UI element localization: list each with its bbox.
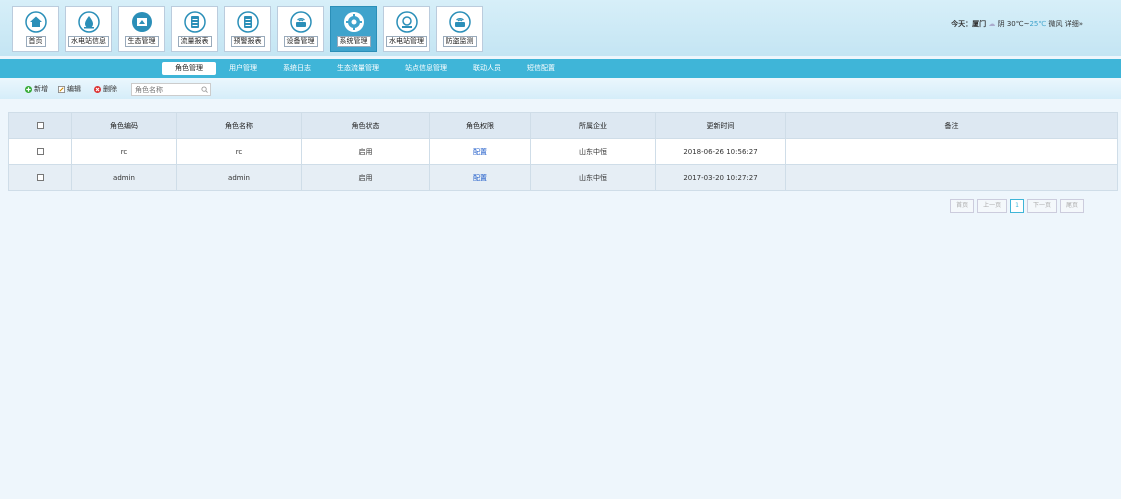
subnav-site-info[interactable]: 站点信息管理 <box>392 62 460 75</box>
main-nav: 首页 水电站信息 生态管理 流量报表 预警报表 设备管理 系统管理 水电站管理 <box>12 6 483 52</box>
configure-permission-link[interactable]: 配置 <box>473 148 487 156</box>
cell-note <box>785 138 1118 165</box>
report-icon <box>183 11 206 33</box>
first-page-button[interactable]: 首页 <box>950 199 975 213</box>
nav-tile-home[interactable]: 首页 <box>12 6 59 52</box>
header-role-code: 角色编码 <box>71 112 177 139</box>
last-page-button[interactable]: 尾页 <box>1059 199 1084 213</box>
nav-tile-label: 防盗监测 <box>442 36 477 47</box>
table-row[interactable]: rc rc 启用 配置 山东中恒 2018-06-26 10:56:27 <box>8 138 1118 165</box>
cell-role-status: 启用 <box>301 164 430 191</box>
cell-role-status: 启用 <box>301 138 430 165</box>
weather-city: 厦门 <box>972 20 987 28</box>
header-note: 备注 <box>785 112 1118 139</box>
role-name-search-input[interactable] <box>131 83 211 96</box>
monitor-icon <box>448 11 471 33</box>
subnav-sms-config[interactable]: 短信配置 <box>514 62 568 75</box>
nav-tile-ecology[interactable]: 生态管理 <box>118 6 165 52</box>
current-page-button[interactable]: 1 <box>1010 199 1024 213</box>
nav-tile-system[interactable]: 系统管理 <box>330 6 377 52</box>
gear-icon <box>343 12 364 32</box>
cell-updated-time: 2017-03-20 10:27:27 <box>655 164 786 191</box>
nav-tile-hydro-info[interactable]: 水电站信息 <box>65 6 112 52</box>
subnav-linkage-staff[interactable]: 联动人员 <box>460 62 514 75</box>
configure-permission-link[interactable]: 配置 <box>473 174 487 182</box>
nav-tile-flow-report[interactable]: 流量报表 <box>171 6 218 52</box>
nav-tile-label: 生态管理 <box>124 36 159 47</box>
top-header: 首页 水电站信息 生态管理 流量报表 预警报表 设备管理 系统管理 水电站管理 <box>0 0 1121 56</box>
cell-role-code: rc <box>71 138 177 165</box>
cell-role-permission: 配置 <box>429 138 531 165</box>
subnav-user-manage[interactable]: 用户管理 <box>216 62 270 75</box>
nav-tile-warning-report[interactable]: 预警报表 <box>224 6 271 52</box>
weather-temp-hi: 25℃ <box>1029 20 1047 28</box>
warning-report-icon <box>236 11 259 33</box>
subnav-role-manage[interactable]: 角色管理 <box>162 62 216 75</box>
ecology-icon <box>131 12 152 32</box>
nav-tile-label: 水电站管理 <box>386 36 427 47</box>
weather-details-link[interactable]: 详细» <box>1065 20 1083 28</box>
weather-wind: 微风 <box>1048 20 1063 28</box>
sub-nav: 角色管理 用户管理 系统日志 生态流量管理 站点信息管理 联动人员 短信配置 <box>0 59 1121 78</box>
weather-prefix: 今天： <box>951 20 973 28</box>
cell-company: 山东中恒 <box>530 164 656 191</box>
table-header-row: 角色编码 角色名称 角色状态 角色权限 所属企业 更新时间 备注 <box>8 112 1118 139</box>
row-checkbox[interactable] <box>36 174 44 181</box>
select-all-checkbox[interactable] <box>36 122 44 129</box>
header-role-name: 角色名称 <box>176 112 302 139</box>
pagination: 首页 上一页 1 下一页 尾页 <box>950 199 1084 213</box>
cell-note <box>785 164 1118 191</box>
nav-tile-label: 水电站信息 <box>68 36 109 47</box>
header-role-status: 角色状态 <box>301 112 430 139</box>
nav-tile-label: 系统管理 <box>336 36 371 47</box>
row-select-cell <box>8 138 72 165</box>
nav-tile-device[interactable]: 设备管理 <box>277 6 324 52</box>
subnav-system-log[interactable]: 系统日志 <box>270 62 324 75</box>
cell-company: 山东中恒 <box>530 138 656 165</box>
add-button[interactable]: 新增 <box>25 84 48 95</box>
header-role-permission: 角色权限 <box>429 112 531 139</box>
edit-button[interactable]: 编辑 <box>58 84 81 95</box>
cell-role-name: rc <box>176 138 302 165</box>
header-company: 所属企业 <box>530 112 656 139</box>
plus-icon <box>25 86 32 93</box>
edit-label: 编辑 <box>67 85 81 93</box>
nav-tile-label: 流量报表 <box>177 36 212 47</box>
row-checkbox[interactable] <box>36 148 44 155</box>
search-icon[interactable] <box>201 86 208 93</box>
nav-tile-label: 预警报表 <box>230 36 265 47</box>
hydro-station-icon <box>77 11 100 33</box>
cloud-icon: ☁ <box>988 20 996 28</box>
nav-tile-label: 设备管理 <box>283 36 318 47</box>
cell-role-name: admin <box>176 164 302 191</box>
header-updated-time: 更新时间 <box>655 112 786 139</box>
weather-desc: 阴 30℃~ <box>997 20 1030 28</box>
cell-role-code: admin <box>71 164 177 191</box>
row-select-cell <box>8 164 72 191</box>
home-icon <box>24 11 47 33</box>
cell-updated-time: 2018-06-26 10:56:27 <box>655 138 786 165</box>
role-table: 角色编码 角色名称 角色状态 角色权限 所属企业 更新时间 备注 rc rc 启… <box>8 112 1118 191</box>
prev-page-button[interactable]: 上一页 <box>977 199 1008 213</box>
nav-tile-monitor[interactable]: 防盗监测 <box>436 6 483 52</box>
delete-label: 删除 <box>103 85 117 93</box>
device-icon <box>289 11 312 33</box>
nav-tile-label: 首页 <box>25 36 46 47</box>
station-manage-icon <box>395 11 418 33</box>
cell-role-permission: 配置 <box>429 164 531 191</box>
delete-button[interactable]: 删除 <box>94 84 117 95</box>
subnav-eco-flow[interactable]: 生态流量管理 <box>324 62 392 75</box>
next-page-button[interactable]: 下一页 <box>1026 199 1057 213</box>
select-all-cell <box>8 112 72 139</box>
add-label: 新增 <box>34 85 48 93</box>
table-row[interactable]: admin admin 启用 配置 山东中恒 2017-03-20 10:27:… <box>8 164 1118 191</box>
edit-icon <box>58 86 65 93</box>
weather-info: 今天：厦门 ☁ 阴 30℃~25℃ 微风 详细» <box>951 19 1083 29</box>
nav-tile-station-manage[interactable]: 水电站管理 <box>383 6 430 52</box>
delete-icon <box>94 86 101 93</box>
